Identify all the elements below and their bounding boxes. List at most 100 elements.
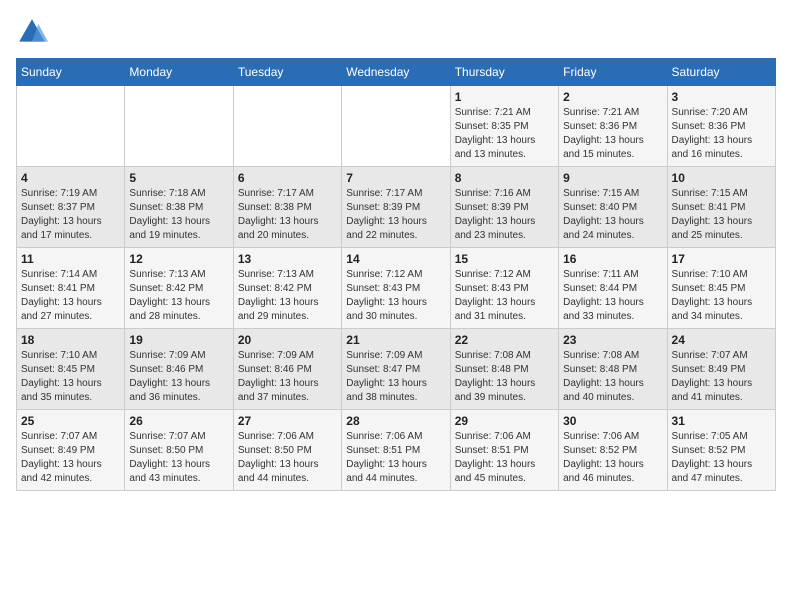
week-row-4: 25 Sunrise: 7:07 AM Sunset: 8:49 PM Dayli… <box>17 410 776 491</box>
week-row-3: 18Sunrise: 7:10 AM Sunset: 8:45 PM Dayli… <box>17 329 776 410</box>
calendar-cell <box>17 86 125 167</box>
day-content: Sunrise: 7:17 AM Sunset: 8:39 PM Dayligh… <box>346 187 445 243</box>
day-number: 7 <box>346 171 445 185</box>
day-number: 21 <box>346 333 445 347</box>
week-row-1: 4 Sunrise: 7:19 AM Sunset: 8:37 PM Daylig… <box>17 167 776 248</box>
day-content: Sunrise: 7:13 AM Sunset: 8:42 PM Dayligh… <box>238 268 337 324</box>
calendar-cell: 15Sunrise: 7:12 AM Sunset: 8:43 PM Dayli… <box>450 248 558 329</box>
day-number: 11 <box>21 252 120 266</box>
calendar-cell: 30 Sunrise: 7:06 AM Sunset: 8:52 PM Dayli… <box>559 410 667 491</box>
day-number: 8 <box>455 171 554 185</box>
day-content: Sunrise: 7:21 AM Sunset: 8:35 PM Dayligh… <box>455 106 554 162</box>
day-content: Sunrise: 7:21 AM Sunset: 8:36 PM Dayligh… <box>563 106 662 162</box>
day-number: 24 <box>672 333 771 347</box>
calendar-cell: 6 Sunrise: 7:17 AM Sunset: 8:38 PM Daylig… <box>233 167 341 248</box>
day-header-tuesday: Tuesday <box>233 59 341 86</box>
calendar-cell: 24 Sunrise: 7:07 AM Sunset: 8:49 PM Dayli… <box>667 329 775 410</box>
day-number: 1 <box>455 90 554 104</box>
day-number: 25 <box>21 414 120 428</box>
day-number: 14 <box>346 252 445 266</box>
day-content: Sunrise: 7:08 AM Sunset: 8:48 PM Dayligh… <box>455 349 554 405</box>
calendar-cell: 20 Sunrise: 7:09 AM Sunset: 8:46 PM Dayli… <box>233 329 341 410</box>
day-content: Sunrise: 7:10 AM Sunset: 8:45 PM Dayligh… <box>672 268 771 324</box>
calendar-cell: 22 Sunrise: 7:08 AM Sunset: 8:48 PM Dayli… <box>450 329 558 410</box>
calendar-cell <box>233 86 341 167</box>
day-number: 27 <box>238 414 337 428</box>
logo <box>16 16 52 48</box>
calendar-cell: 5 Sunrise: 7:18 AM Sunset: 8:38 PM Daylig… <box>125 167 233 248</box>
day-number: 23 <box>563 333 662 347</box>
day-number: 29 <box>455 414 554 428</box>
calendar-cell: 17 Sunrise: 7:10 AM Sunset: 8:45 PM Dayli… <box>667 248 775 329</box>
day-content: Sunrise: 7:17 AM Sunset: 8:38 PM Dayligh… <box>238 187 337 243</box>
day-number: 5 <box>129 171 228 185</box>
calendar-table: SundayMondayTuesdayWednesdayThursdayFrid… <box>16 58 776 491</box>
day-header-sunday: Sunday <box>17 59 125 86</box>
calendar-cell: 14 Sunrise: 7:12 AM Sunset: 8:43 PM Dayli… <box>342 248 450 329</box>
day-content: Sunrise: 7:16 AM Sunset: 8:39 PM Dayligh… <box>455 187 554 243</box>
day-number: 2 <box>563 90 662 104</box>
calendar-cell: 3 Sunrise: 7:20 AM Sunset: 8:36 PM Daylig… <box>667 86 775 167</box>
calendar-cell <box>342 86 450 167</box>
day-number: 30 <box>563 414 662 428</box>
day-number: 18 <box>21 333 120 347</box>
day-number: 13 <box>238 252 337 266</box>
day-content: Sunrise: 7:09 AM Sunset: 8:46 PM Dayligh… <box>238 349 337 405</box>
day-number: 15 <box>455 252 554 266</box>
calendar-cell: 12 Sunrise: 7:13 AM Sunset: 8:42 PM Dayli… <box>125 248 233 329</box>
day-content: Sunrise: 7:07 AM Sunset: 8:49 PM Dayligh… <box>672 349 771 405</box>
day-content: Sunrise: 7:06 AM Sunset: 8:51 PM Dayligh… <box>346 430 445 486</box>
day-content: Sunrise: 7:12 AM Sunset: 8:43 PM Dayligh… <box>346 268 445 324</box>
day-content: Sunrise: 7:14 AM Sunset: 8:41 PM Dayligh… <box>21 268 120 324</box>
day-content: Sunrise: 7:13 AM Sunset: 8:42 PM Dayligh… <box>129 268 228 324</box>
day-number: 26 <box>129 414 228 428</box>
day-header-monday: Monday <box>125 59 233 86</box>
day-content: Sunrise: 7:20 AM Sunset: 8:36 PM Dayligh… <box>672 106 771 162</box>
calendar-cell: 9Sunrise: 7:15 AM Sunset: 8:40 PM Daylig… <box>559 167 667 248</box>
calendar-cell <box>125 86 233 167</box>
calendar-cell: 7 Sunrise: 7:17 AM Sunset: 8:39 PM Daylig… <box>342 167 450 248</box>
day-content: Sunrise: 7:07 AM Sunset: 8:50 PM Dayligh… <box>129 430 228 486</box>
day-number: 3 <box>672 90 771 104</box>
day-content: Sunrise: 7:06 AM Sunset: 8:52 PM Dayligh… <box>563 430 662 486</box>
day-number: 9 <box>563 171 662 185</box>
day-number: 12 <box>129 252 228 266</box>
week-row-2: 11 Sunrise: 7:14 AM Sunset: 8:41 PM Dayli… <box>17 248 776 329</box>
day-content: Sunrise: 7:19 AM Sunset: 8:37 PM Dayligh… <box>21 187 120 243</box>
calendar-cell: 25 Sunrise: 7:07 AM Sunset: 8:49 PM Dayli… <box>17 410 125 491</box>
day-number: 22 <box>455 333 554 347</box>
calendar-cell: 13 Sunrise: 7:13 AM Sunset: 8:42 PM Dayli… <box>233 248 341 329</box>
calendar-cell: 16Sunrise: 7:11 AM Sunset: 8:44 PM Dayli… <box>559 248 667 329</box>
calendar-cell: 8 Sunrise: 7:16 AM Sunset: 8:39 PM Daylig… <box>450 167 558 248</box>
day-content: Sunrise: 7:18 AM Sunset: 8:38 PM Dayligh… <box>129 187 228 243</box>
calendar-cell: 19 Sunrise: 7:09 AM Sunset: 8:46 PM Dayli… <box>125 329 233 410</box>
calendar-cell: 11 Sunrise: 7:14 AM Sunset: 8:41 PM Dayli… <box>17 248 125 329</box>
calendar-cell: 28Sunrise: 7:06 AM Sunset: 8:51 PM Dayli… <box>342 410 450 491</box>
calendar-cell: 31 Sunrise: 7:05 AM Sunset: 8:52 PM Dayli… <box>667 410 775 491</box>
day-number: 19 <box>129 333 228 347</box>
day-number: 6 <box>238 171 337 185</box>
logo-icon <box>16 16 48 48</box>
page-header <box>16 16 776 48</box>
day-content: Sunrise: 7:07 AM Sunset: 8:49 PM Dayligh… <box>21 430 120 486</box>
day-content: Sunrise: 7:09 AM Sunset: 8:46 PM Dayligh… <box>129 349 228 405</box>
day-content: Sunrise: 7:05 AM Sunset: 8:52 PM Dayligh… <box>672 430 771 486</box>
day-number: 31 <box>672 414 771 428</box>
day-header-thursday: Thursday <box>450 59 558 86</box>
day-number: 16 <box>563 252 662 266</box>
calendar-cell: 18Sunrise: 7:10 AM Sunset: 8:45 PM Dayli… <box>17 329 125 410</box>
day-number: 10 <box>672 171 771 185</box>
calendar-cell: 23 Sunrise: 7:08 AM Sunset: 8:48 PM Dayli… <box>559 329 667 410</box>
day-header-wednesday: Wednesday <box>342 59 450 86</box>
day-number: 17 <box>672 252 771 266</box>
day-content: Sunrise: 7:15 AM Sunset: 8:41 PM Dayligh… <box>672 187 771 243</box>
calendar-cell: 26 Sunrise: 7:07 AM Sunset: 8:50 PM Dayli… <box>125 410 233 491</box>
day-content: Sunrise: 7:08 AM Sunset: 8:48 PM Dayligh… <box>563 349 662 405</box>
calendar-cell: 29 Sunrise: 7:06 AM Sunset: 8:51 PM Dayli… <box>450 410 558 491</box>
calendar-cell: 21Sunrise: 7:09 AM Sunset: 8:47 PM Dayli… <box>342 329 450 410</box>
day-header-friday: Friday <box>559 59 667 86</box>
day-number: 20 <box>238 333 337 347</box>
calendar-cell: 4 Sunrise: 7:19 AM Sunset: 8:37 PM Daylig… <box>17 167 125 248</box>
day-content: Sunrise: 7:06 AM Sunset: 8:51 PM Dayligh… <box>455 430 554 486</box>
day-number: 4 <box>21 171 120 185</box>
